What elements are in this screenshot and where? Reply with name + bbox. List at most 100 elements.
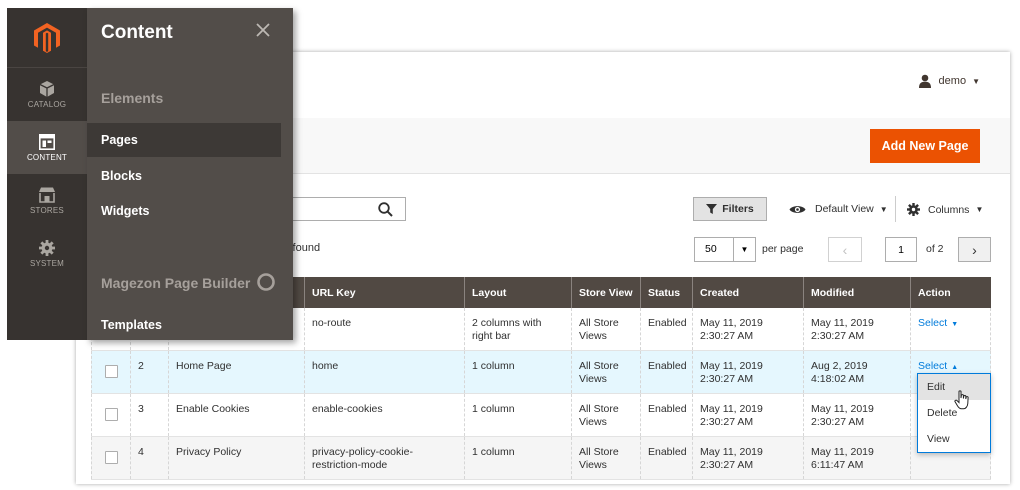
gear-icon xyxy=(907,203,920,216)
row-url-key: home xyxy=(305,351,465,393)
chevron-up-icon: ▲ xyxy=(951,364,959,371)
row-status: Enabled xyxy=(641,437,693,479)
select-action-label: Select xyxy=(918,317,948,329)
toolbar-divider xyxy=(895,196,896,222)
header-status[interactable]: Status xyxy=(641,277,693,308)
row-store-view: All Store Views xyxy=(572,308,641,350)
row-action-cell: Select ▼ xyxy=(911,308,991,350)
row-checkbox[interactable] xyxy=(105,451,118,464)
submenu-group-elements: Elements xyxy=(101,90,164,106)
row-modified: Aug 2, 2019 4:18:02 AM xyxy=(804,351,911,393)
magento-logo-icon xyxy=(34,22,60,53)
user-name: demo xyxy=(938,75,967,87)
filters-label: Filters xyxy=(722,203,754,215)
row-status: Enabled xyxy=(641,351,693,393)
row-select-cell xyxy=(91,351,131,393)
sidebar-item-system[interactable]: SYSTEM xyxy=(7,227,87,280)
table-row[interactable]: 4 Privacy Policy privacy-policy-cookie-r… xyxy=(91,437,991,480)
add-new-page-button[interactable]: Add New Page xyxy=(870,129,980,163)
columns-dropdown[interactable]: Columns ▼ xyxy=(907,203,983,216)
next-page-button[interactable]: › xyxy=(958,237,991,262)
row-created: May 11, 2019 2:30:27 AM xyxy=(693,437,804,479)
row-id: 2 xyxy=(131,351,169,393)
row-id: 3 xyxy=(131,394,169,436)
user-icon xyxy=(918,74,931,88)
submenu-item-templates[interactable]: Templates xyxy=(87,308,281,342)
sidebar-item-catalog[interactable]: CATALOG xyxy=(7,68,87,121)
row-url-key: no-route xyxy=(305,308,465,350)
header-created[interactable]: Created xyxy=(693,277,804,308)
per-page-select[interactable]: 50 ▼ xyxy=(694,237,756,262)
sidebar-item-content[interactable]: CONTENT xyxy=(7,121,87,174)
row-modified: May 11, 2019 6:11:47 AM xyxy=(804,437,911,479)
header-store-view[interactable]: Store View xyxy=(572,277,641,308)
search-icon[interactable] xyxy=(378,202,393,217)
loading-spinner-icon xyxy=(257,273,275,291)
submenu-item-blocks[interactable]: Blocks xyxy=(87,159,281,193)
action-view[interactable]: View xyxy=(918,426,990,452)
sidebar-item-label: CONTENT xyxy=(26,152,68,162)
select-action-label: Select xyxy=(918,360,948,372)
row-select-cell xyxy=(91,437,131,479)
storefront-icon xyxy=(39,187,55,203)
table-row[interactable]: 2 Home Page home 1 column All Store View… xyxy=(91,351,991,394)
row-layout: 1 column xyxy=(465,437,572,479)
row-title: Home Page xyxy=(169,351,305,393)
chevron-right-icon: › xyxy=(972,241,977,258)
admin-sidebar: CATALOG CONTENT STORES SYSTEM xyxy=(7,8,87,340)
user-menu[interactable]: demo ▼ xyxy=(918,74,980,88)
default-view-label: Default View xyxy=(815,203,874,215)
row-title: Privacy Policy xyxy=(169,437,305,479)
close-icon[interactable] xyxy=(255,22,271,38)
row-store-view: All Store Views xyxy=(572,437,641,479)
submenu-item-widgets[interactable]: Widgets xyxy=(87,194,281,228)
row-created: May 11, 2019 2:30:27 AM xyxy=(693,351,804,393)
chevron-down-icon: ▼ xyxy=(972,76,980,86)
gear-icon xyxy=(39,239,55,256)
row-status: Enabled xyxy=(641,308,693,350)
row-title: Enable Cookies xyxy=(169,394,305,436)
sidebar-item-stores[interactable]: STORES xyxy=(7,174,87,227)
chevron-down-icon[interactable]: ▼ xyxy=(733,238,755,261)
layout-icon xyxy=(39,133,55,150)
row-created: May 11, 2019 2:30:27 AM xyxy=(693,308,804,350)
row-checkbox[interactable] xyxy=(105,365,118,378)
table-row[interactable]: 3 Enable Cookies enable-cookies 1 column… xyxy=(91,394,991,437)
submenu-item-pages[interactable]: Pages xyxy=(87,123,281,157)
sidebar-item-label: CATALOG xyxy=(27,99,67,109)
header-action: Action xyxy=(918,286,951,299)
per-page-label: per page xyxy=(762,243,804,255)
row-store-view: All Store Views xyxy=(572,394,641,436)
magento-logo[interactable] xyxy=(7,8,87,68)
header-layout[interactable]: Layout xyxy=(465,277,572,308)
submenu-title: Content xyxy=(101,22,173,43)
eye-icon xyxy=(789,205,806,213)
header-url-key[interactable]: URL Key xyxy=(305,277,465,308)
row-layout: 1 column xyxy=(465,351,572,393)
row-status: Enabled xyxy=(641,394,693,436)
action-dropdown-menu: Edit Delete View xyxy=(917,373,991,453)
funnel-icon xyxy=(706,204,718,214)
row-url-key: privacy-policy-cookie-restriction-mode xyxy=(305,437,465,479)
row-modified: May 11, 2019 2:30:27 AM xyxy=(804,394,911,436)
row-layout: 2 columns with right bar xyxy=(465,308,572,350)
columns-label: Columns xyxy=(928,203,970,216)
select-action-dropdown[interactable]: Select ▲ xyxy=(918,360,958,372)
row-store-view: All Store Views xyxy=(572,351,641,393)
submenu-group-magezon: Magezon Page Builder xyxy=(101,275,251,291)
current-page-input[interactable]: 1 xyxy=(885,237,917,262)
row-checkbox[interactable] xyxy=(105,408,118,421)
select-action-dropdown[interactable]: Select ▼ xyxy=(918,317,958,329)
previous-page-button[interactable]: ‹ xyxy=(828,237,862,262)
default-view-dropdown[interactable]: Default View ▼ xyxy=(789,203,888,215)
chevron-down-icon: ▼ xyxy=(975,205,984,214)
header-modified[interactable]: Modified xyxy=(804,277,911,308)
chevron-down-icon: ▼ xyxy=(951,321,959,328)
hand-cursor-icon xyxy=(954,390,969,410)
chevron-down-icon: ▼ xyxy=(879,204,888,214)
filters-button[interactable]: Filters xyxy=(693,197,767,221)
chevron-left-icon: ‹ xyxy=(842,241,848,258)
row-modified: May 11, 2019 2:30:27 AM xyxy=(804,308,911,350)
row-url-key: enable-cookies xyxy=(305,394,465,436)
row-layout: 1 column xyxy=(465,394,572,436)
